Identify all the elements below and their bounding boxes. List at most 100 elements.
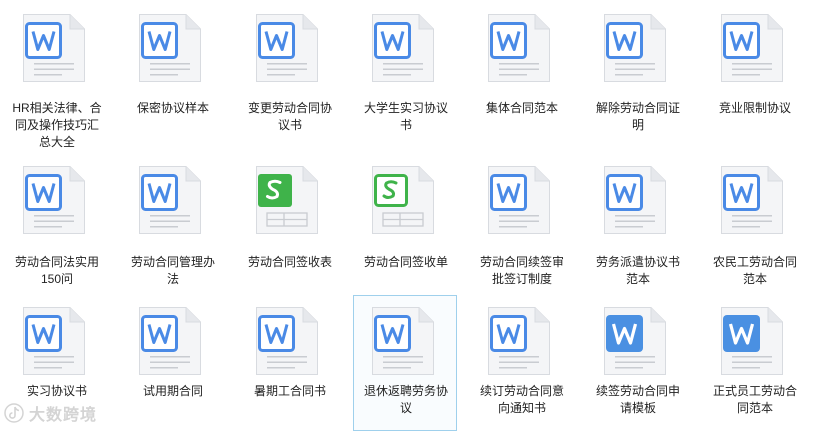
- file-name-line: 议: [399, 401, 412, 415]
- file-name: HR相关法律、合 同及操作技巧汇 总大全: [7, 100, 107, 151]
- file-name-line: 实习协议书: [26, 384, 87, 398]
- file-name: 劳动合同法实用 150问: [7, 254, 107, 288]
- file-name: 续签劳动合同申 请模板: [588, 383, 688, 417]
- file-item[interactable]: 劳务派遣协议书 范本: [585, 158, 689, 294]
- file-item[interactable]: 正式员工劳动合 同范本: [702, 295, 806, 431]
- file-name: 劳动合同签收单: [356, 254, 456, 271]
- file-name-line: 劳务派遣协议书: [595, 255, 680, 269]
- word-document-icon: [604, 166, 666, 234]
- file-item[interactable]: 暑期工合同书: [237, 295, 341, 431]
- file-name: 大学生实习协议书: [356, 100, 456, 134]
- spreadsheet-icon: [256, 166, 318, 234]
- word-document-icon: [721, 14, 783, 82]
- file-item[interactable]: 退休返聘劳务协议: [353, 295, 457, 431]
- word-document-icon: [721, 166, 783, 234]
- file-name: 竞业限制协议: [705, 100, 805, 117]
- file-name-line: 劳动合同续签审: [479, 255, 564, 269]
- file-name-line: 变更劳动合同协: [247, 101, 332, 115]
- word-document-icon: [23, 14, 85, 82]
- file-name: 试用期合同: [123, 383, 223, 400]
- word-document-icon: [488, 14, 550, 82]
- file-name-line: 劳动合同签收单: [363, 255, 448, 269]
- watermark: 大数跨境: [3, 401, 97, 425]
- file-item[interactable]: 续订劳动合同意 向通知书: [469, 295, 573, 431]
- word-document-icon: [372, 14, 434, 82]
- word-document-icon: [256, 14, 318, 82]
- file-name-line: 向通知书: [497, 401, 546, 415]
- file-name-line: 范本: [742, 272, 767, 286]
- word-document-icon: [604, 14, 666, 82]
- word-document-icon: [23, 307, 85, 375]
- file-item[interactable]: 劳动合同签收单: [353, 158, 457, 294]
- file-name-line: 正式员工劳动合: [712, 384, 797, 398]
- word-document-icon: [721, 307, 783, 375]
- file-name-line: 法: [166, 272, 179, 286]
- file-item[interactable]: 农民工劳动合同 范本: [702, 158, 806, 294]
- file-name: 农民工劳动合同 范本: [705, 254, 805, 288]
- file-name-line: 批签订制度: [491, 272, 552, 286]
- file-item[interactable]: HR相关法律、合 同及操作技巧汇 总大全: [4, 3, 108, 149]
- file-name-line: 书: [399, 118, 412, 132]
- file-name-line: 农民工劳动合同: [712, 255, 797, 269]
- file-name: 集体合同范本: [472, 100, 572, 117]
- file-name: 劳动合同续签审 批签订制度: [472, 254, 572, 288]
- file-name-line: 试用期合同: [142, 384, 203, 398]
- word-document-icon: [488, 307, 550, 375]
- file-name-line: 同及操作技巧汇: [14, 118, 99, 132]
- spreadsheet-icon: [372, 166, 434, 234]
- file-name: 暑期工合同书: [240, 383, 340, 400]
- file-name-line: 退休返聘劳务协: [363, 384, 448, 398]
- file-name-line: 同范本: [736, 401, 773, 415]
- file-name-line: 劳动合同法实用: [14, 255, 99, 269]
- file-item[interactable]: 劳动合同签收表: [237, 158, 341, 294]
- file-item[interactable]: 续签劳动合同申 请模板: [585, 295, 689, 431]
- file-name: 保密协议样本: [123, 100, 223, 117]
- file-name: 续订劳动合同意 向通知书: [472, 383, 572, 417]
- file-name-line: 续订劳动合同意: [479, 384, 564, 398]
- word-document-icon: [372, 307, 434, 375]
- word-document-icon: [23, 166, 85, 234]
- file-name: 退休返聘劳务协议: [356, 383, 456, 417]
- file-item[interactable]: 劳动合同管理办法: [120, 158, 224, 294]
- word-document-icon: [256, 307, 318, 375]
- word-document-icon: [604, 307, 666, 375]
- word-document-icon: [139, 307, 201, 375]
- file-name: 实习协议书: [7, 383, 107, 400]
- file-item[interactable]: 解除劳动合同证明: [585, 3, 689, 139]
- file-name-line: 保密协议样本: [136, 101, 209, 115]
- word-document-icon: [139, 14, 201, 82]
- file-grid: HR相关法律、合 同及操作技巧汇 总大全 保密协议样本 变更劳动合同协 议书 大学生实习协议…: [0, 0, 822, 431]
- word-document-icon: [139, 166, 201, 234]
- file-item[interactable]: 劳动合同续签审 批签订制度: [469, 158, 573, 294]
- file-name: 劳动合同签收表: [240, 254, 340, 271]
- file-name-line: 集体合同范本: [485, 101, 558, 115]
- file-name-line: 竞业限制协议: [718, 101, 791, 115]
- file-name: 正式员工劳动合 同范本: [705, 383, 805, 417]
- file-name-line: 续签劳动合同申: [595, 384, 680, 398]
- file-name-line: 大学生实习协议: [363, 101, 448, 115]
- file-name-line: 150问: [40, 272, 74, 286]
- file-name-line: 总大全: [38, 135, 75, 149]
- file-item[interactable]: 集体合同范本: [469, 3, 573, 139]
- file-item[interactable]: 竞业限制协议: [702, 3, 806, 139]
- file-name: 变更劳动合同协 议书: [240, 100, 340, 134]
- file-item[interactable]: 大学生实习协议书: [353, 3, 457, 139]
- file-name-line: 解除劳动合同证: [595, 101, 680, 115]
- file-name-line: 劳动合同管理办: [130, 255, 215, 269]
- file-name: 劳务派遣协议书 范本: [588, 254, 688, 288]
- file-name: 解除劳动合同证明: [588, 100, 688, 134]
- file-name-line: 明: [631, 118, 644, 132]
- file-name-line: HR相关法律、合: [12, 101, 102, 115]
- file-name-line: 范本: [625, 272, 650, 286]
- file-name-line: 暑期工合同书: [253, 384, 326, 398]
- file-item[interactable]: 变更劳动合同协 议书: [237, 3, 341, 139]
- tiktok-logo-icon: [4, 403, 24, 423]
- file-name-line: 请模板: [619, 401, 656, 415]
- file-item[interactable]: 保密协议样本: [120, 3, 224, 139]
- file-name-line: 劳动合同签收表: [247, 255, 332, 269]
- file-name-line: 议书: [277, 118, 302, 132]
- file-item[interactable]: 劳动合同法实用 150问: [4, 158, 108, 294]
- watermark-text: 大数跨境: [29, 407, 98, 424]
- file-item[interactable]: 试用期合同: [120, 295, 224, 431]
- word-document-icon: [488, 166, 550, 234]
